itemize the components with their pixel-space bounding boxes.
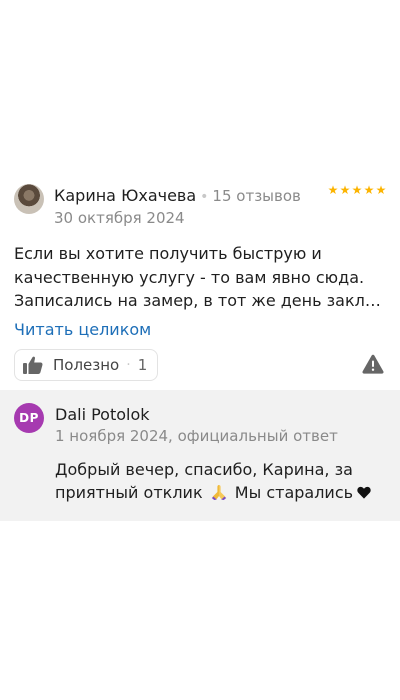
review-date: 30 октября 2024 bbox=[54, 209, 185, 227]
official-reply: DP Dali Potolok 1 ноября 2024, официальн… bbox=[0, 390, 400, 521]
review-text-line: Записались на замер, в тот же день заклю… bbox=[14, 291, 388, 310]
author-line: Карина Юхачева • 15 отзывов bbox=[54, 186, 301, 207]
company-name[interactable]: Dali Potolok bbox=[55, 405, 150, 424]
review-card: Карина Юхачева • 15 отзывов 30 октября 202… bbox=[0, 170, 400, 381]
helpful-button[interactable]: Полезно · 1 bbox=[14, 349, 159, 381]
review-text-line: качественную услугу - то вам явно сюда. bbox=[14, 267, 365, 287]
reply-text-part: приятный отклик bbox=[55, 483, 203, 502]
author-reviews-count: 15 отзывов bbox=[212, 187, 301, 205]
reply-text-line: Добрый вечер, спасибо, Карина, за bbox=[55, 460, 353, 479]
rating-stars: ★ ★ ★ ★ ★ bbox=[327, 184, 387, 196]
helpful-count: 1 bbox=[137, 356, 148, 374]
read-more-link[interactable]: Читать целиком bbox=[14, 319, 151, 341]
reply-text-part: Мы старались bbox=[234, 483, 354, 502]
star-icon: ★ bbox=[351, 183, 363, 197]
reply-text: Добрый вечер, спасибо, Карина, за приятн… bbox=[55, 458, 375, 504]
review-header: Карина Юхачева • 15 отзывов 30 октября 202… bbox=[0, 170, 400, 230]
author-avatar[interactable] bbox=[14, 184, 44, 214]
black-heart-emoji-icon bbox=[357, 486, 371, 499]
helpful-label: Полезно bbox=[53, 356, 120, 374]
reply-date: 1 ноября 2024, официальный ответ bbox=[55, 427, 338, 445]
folded-hands-emoji-icon bbox=[211, 485, 226, 500]
star-icon: ★ bbox=[375, 183, 387, 197]
review-text: Если вы хотите получить быструю и качест… bbox=[14, 242, 388, 313]
separator-dot: • bbox=[200, 189, 209, 205]
helpful-separator: · bbox=[126, 357, 131, 373]
star-icon: ★ bbox=[327, 183, 339, 197]
thumbs-up-icon bbox=[23, 356, 43, 374]
review-text-line: Если вы хотите получить быструю и bbox=[14, 244, 322, 263]
star-icon: ★ bbox=[363, 183, 375, 197]
company-avatar[interactable]: DP bbox=[14, 403, 44, 433]
reply-text-line-2: приятный отклик Мы старались bbox=[55, 481, 375, 504]
star-icon: ★ bbox=[339, 183, 351, 197]
warning-icon[interactable] bbox=[362, 354, 384, 374]
author-name[interactable]: Карина Юхачева bbox=[54, 186, 196, 205]
